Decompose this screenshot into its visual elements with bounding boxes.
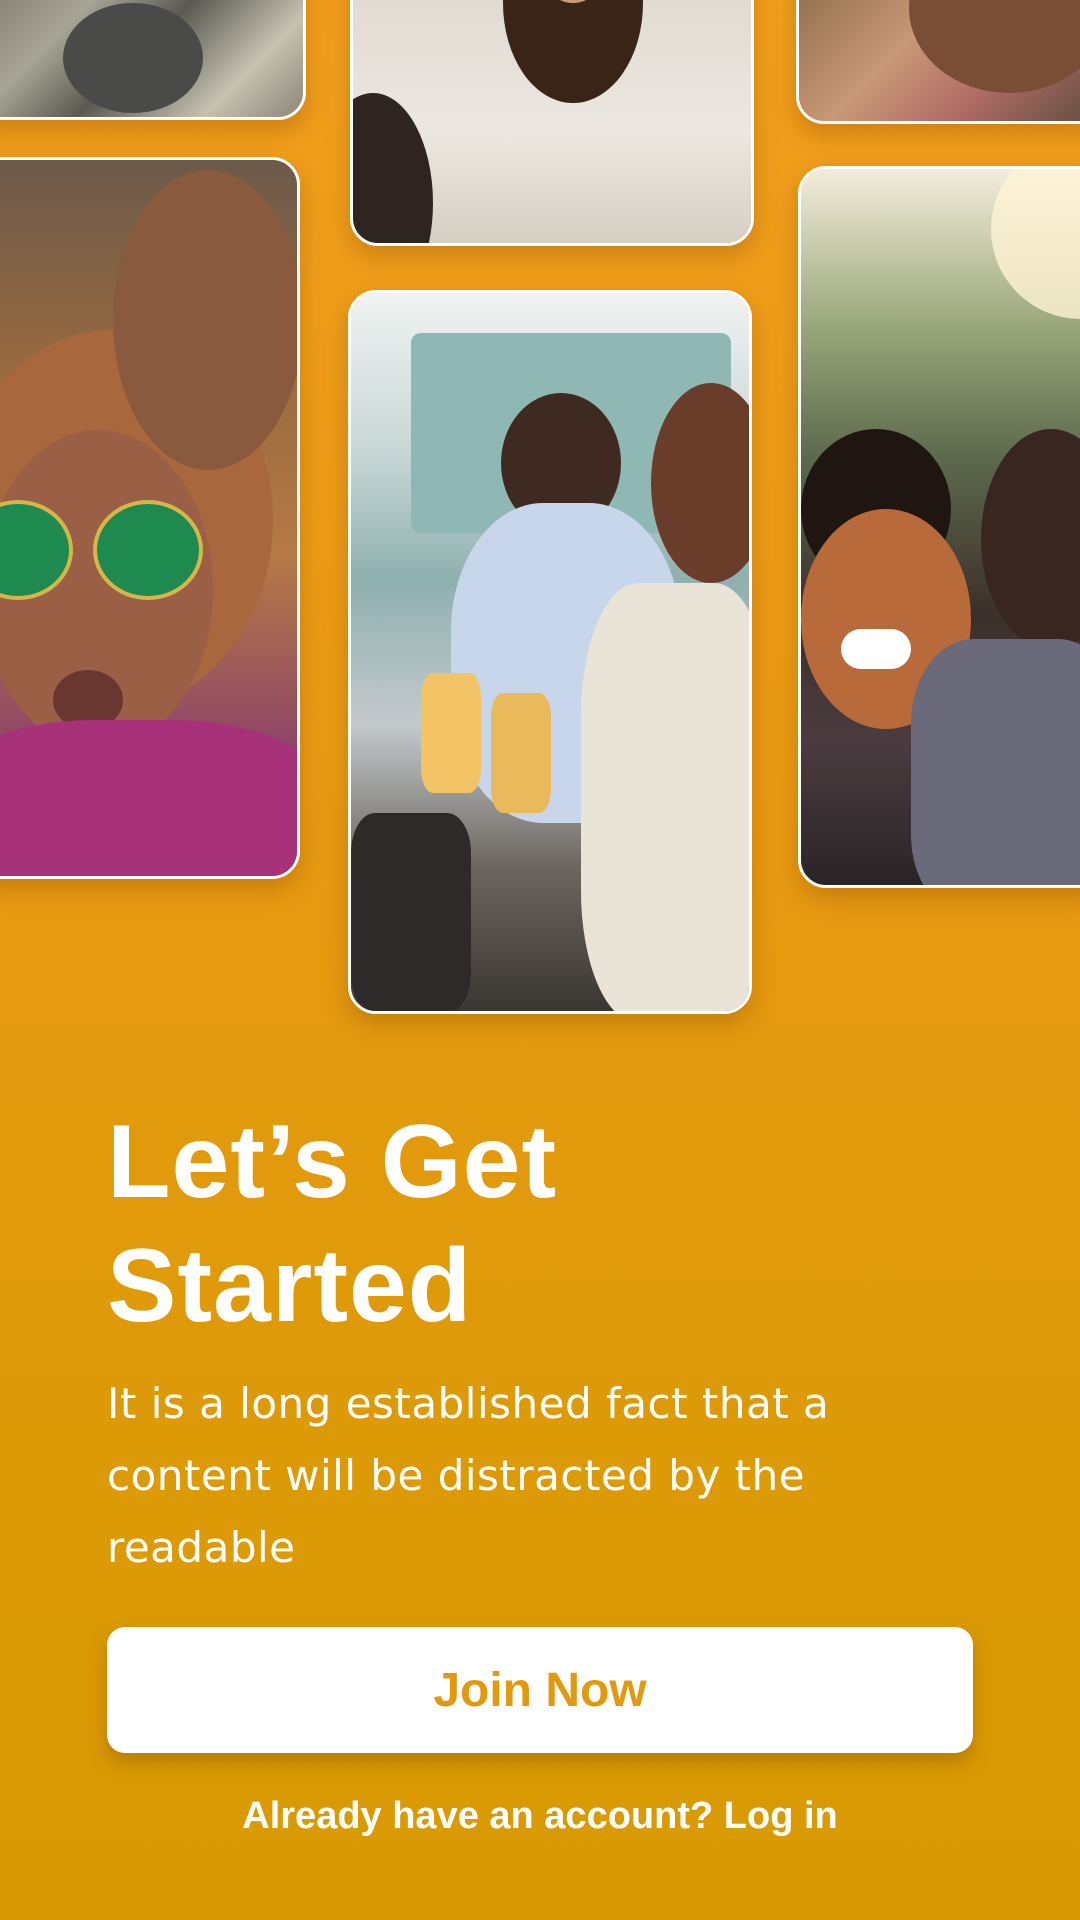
photo-card-group-friends: [798, 166, 1080, 888]
face-detail: [909, 0, 1080, 93]
second-face-detail: [113, 170, 297, 470]
smile-detail: [841, 629, 911, 669]
glass-detail: [491, 693, 551, 813]
photo-card-toast: [348, 290, 752, 1014]
blazer-detail: [581, 583, 749, 1011]
login-link[interactable]: Log in: [724, 1795, 838, 1837]
shadow-detail: [353, 93, 433, 243]
login-prompt-row: Already have an account? Log in: [0, 1795, 1080, 1838]
photo-detail: [63, 3, 203, 113]
login-prompt-text: Already have an account?: [242, 1795, 724, 1837]
guest-detail: [351, 813, 471, 1011]
sunglasses-right-lens: [93, 500, 203, 600]
join-now-button[interactable]: Join Now: [107, 1627, 973, 1753]
selfie-sweater-photo: [353, 0, 751, 243]
glass-detail: [421, 673, 481, 793]
sunglasses-selfie-photo: [0, 160, 297, 876]
hair-detail: [503, 0, 643, 103]
sun-detail: [991, 169, 1080, 319]
street-outfit-photo: [0, 0, 303, 117]
friend-face-detail: [981, 429, 1080, 649]
shirt-detail: [0, 720, 297, 876]
plaid-shirt-detail: [911, 639, 1080, 885]
page-title: Let’s Get Started: [107, 1104, 558, 1344]
photo-card-selfie-sweater: [350, 0, 754, 246]
photo-card-street-outfit: [0, 0, 306, 120]
partial-face-photo: [799, 0, 1080, 121]
photo-card-sunglasses-selfie: [0, 157, 300, 879]
photo-card-partial-face: [796, 0, 1080, 124]
page-description: It is a long established fact that a con…: [107, 1379, 830, 1572]
toast-photo: [351, 293, 749, 1011]
group-friends-photo: [801, 169, 1080, 885]
